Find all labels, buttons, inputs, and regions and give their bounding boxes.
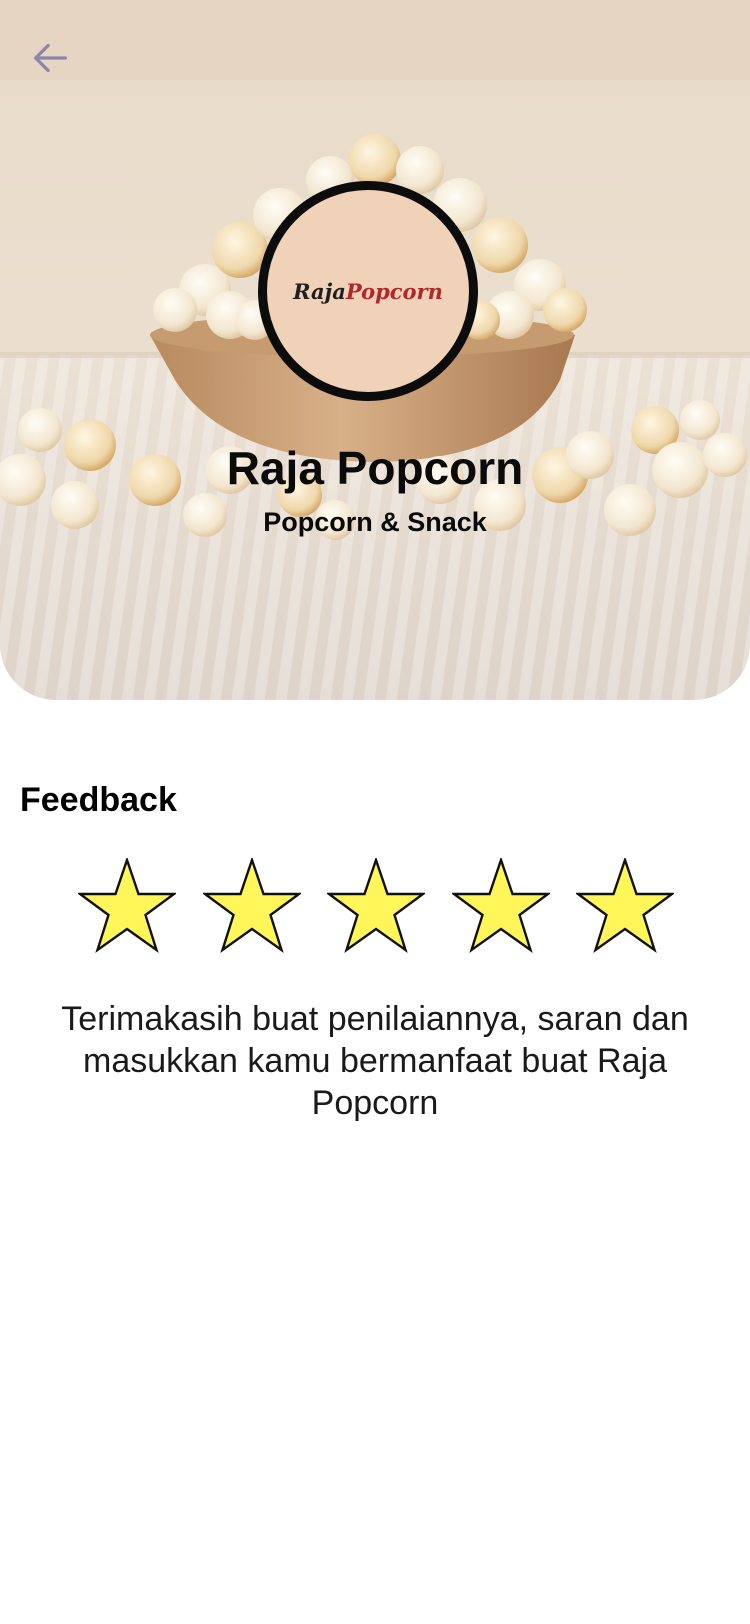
star-icon xyxy=(451,858,550,954)
shop-name: Raja Popcorn xyxy=(226,442,524,494)
thank-you-message: Terimakasih buat penilaiannya, saran dan… xyxy=(61,1000,689,1122)
back-button[interactable] xyxy=(22,30,78,86)
hero-banner: RajaPopcorn Raja Popcorn Popcorn & Snack xyxy=(0,0,750,700)
star-rating[interactable] xyxy=(0,858,750,954)
rating-star-4[interactable] xyxy=(451,858,550,954)
star-icon xyxy=(202,858,301,954)
star-icon xyxy=(576,858,674,954)
feedback-title: Feedback xyxy=(20,781,177,819)
shop-logo-wordmark: RajaPopcorn xyxy=(293,278,443,304)
rating-star-1[interactable] xyxy=(78,858,176,954)
shop-category: Popcorn & Snack xyxy=(263,507,487,537)
rating-star-3[interactable] xyxy=(327,858,425,954)
star-icon xyxy=(327,858,425,954)
rating-star-2[interactable] xyxy=(202,858,301,954)
shop-logo: RajaPopcorn xyxy=(258,181,478,401)
rating-star-5[interactable] xyxy=(576,858,674,954)
star-icon xyxy=(78,858,176,954)
arrow-left-icon xyxy=(33,43,67,73)
